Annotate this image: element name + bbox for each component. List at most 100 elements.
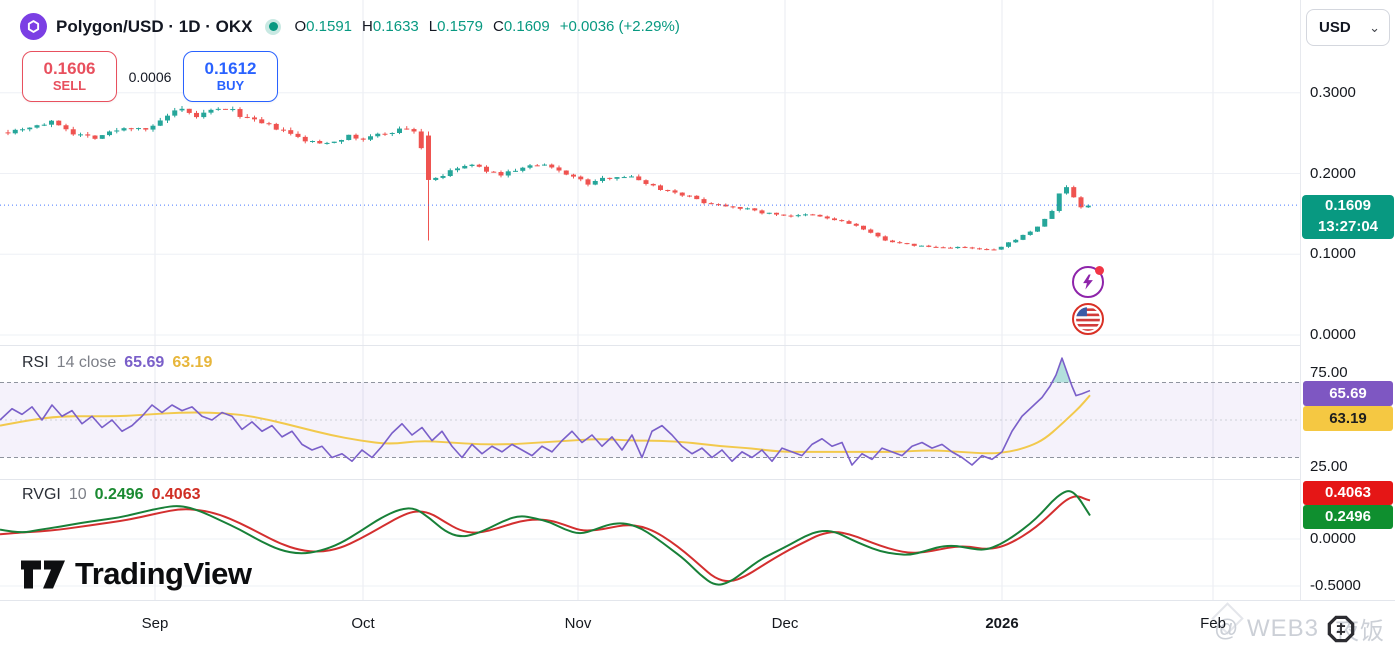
candle-body	[397, 129, 402, 133]
candle-body	[129, 128, 134, 129]
candle-body	[926, 246, 931, 247]
rsi-value: 65.69	[124, 354, 164, 372]
candle-body	[861, 226, 866, 230]
candle-body	[136, 128, 141, 129]
candle-body	[281, 130, 286, 131]
candle-body	[122, 128, 127, 130]
change-value: +0.0036 (+2.29%)	[560, 18, 680, 35]
pane-separator[interactable]	[0, 345, 1395, 346]
us-flag-icon	[1075, 306, 1101, 332]
symbol-title: Polygon/USD · 1D · OKX	[56, 17, 252, 37]
candle-body	[325, 143, 330, 144]
candle-body	[658, 185, 663, 190]
pane-separator[interactable]	[0, 479, 1395, 480]
rvgi-tick-label: 0.0000	[1310, 530, 1356, 547]
candle-body	[288, 130, 293, 134]
price-tick-label: 0.1000	[1310, 245, 1356, 262]
symbol-legend[interactable]: Polygon/USD · 1D · OKX O0.1591 H0.1633 L…	[20, 13, 680, 40]
candle-body	[13, 130, 18, 133]
candle-body	[448, 170, 453, 176]
candle-body	[738, 207, 743, 209]
us-flag-event-icon[interactable]	[1072, 303, 1104, 335]
rsi-legend[interactable]: RSI 14 close 65.69 63.19	[22, 354, 212, 372]
candle-body	[433, 178, 438, 180]
tradingview-wordmark: TradingView	[75, 556, 252, 592]
tradingview-logo[interactable]: TradingView	[20, 556, 252, 592]
candle-body	[977, 248, 982, 249]
chevron-down-icon: ⌄	[1369, 20, 1380, 36]
candle-body	[201, 113, 206, 117]
candle-body	[586, 179, 591, 184]
candle-body	[520, 168, 525, 171]
sell-button[interactable]: 0.1606 SELL	[22, 51, 117, 102]
rvgi-signal-value: 0.4063	[152, 486, 201, 504]
candle-body	[702, 199, 707, 203]
sell-label: SELL	[53, 78, 86, 94]
open-label: O	[294, 18, 306, 35]
candle-body	[1079, 197, 1084, 207]
market-status-icon[interactable]	[265, 19, 281, 35]
candle-body	[346, 135, 351, 140]
watermark-credit: @ WEB3 夜饭	[1214, 611, 1385, 646]
candle-body	[781, 215, 786, 216]
candle-body	[172, 110, 177, 115]
rsi-ma-value: 63.19	[172, 354, 212, 372]
candle-body	[1035, 227, 1040, 232]
candle-body	[470, 165, 475, 166]
candle-body	[419, 131, 424, 148]
polygon-logo-icon	[20, 13, 47, 40]
candle-body	[774, 213, 779, 215]
candle-body	[158, 120, 163, 125]
rvgi-name: RVGI	[22, 486, 61, 504]
price-tick-label: 0.2000	[1310, 165, 1356, 182]
time-axis-label: Oct	[351, 615, 374, 632]
candle-body	[56, 121, 61, 126]
candle-body	[180, 109, 185, 111]
candle-body	[767, 213, 772, 214]
candle-body	[310, 141, 315, 142]
candle-body	[491, 172, 496, 173]
candle-body	[854, 224, 859, 226]
tradingview-mark-icon	[20, 559, 66, 590]
candle-body	[368, 136, 373, 139]
rsi-params: 14 close	[57, 354, 117, 372]
candle-body	[818, 215, 823, 217]
candle-body	[694, 196, 699, 199]
rvgi-value-badge: 0.2496	[1303, 505, 1393, 529]
rsi-name: RSI	[22, 354, 49, 372]
candle-body	[948, 248, 953, 249]
time-axis[interactable]: @ WEB3 夜饭 SepOctNovDec2026Feb	[0, 600, 1395, 653]
candle-body	[883, 236, 888, 240]
price-axis[interactable]: USD ⌄ 0.30000.20000.10000.000075.0025.00…	[1300, 0, 1395, 600]
candle-body	[317, 141, 322, 143]
low-label: L	[429, 18, 437, 35]
candle-body	[462, 166, 467, 168]
time-axis-label: 2026	[985, 615, 1018, 632]
notification-dot	[1095, 266, 1104, 275]
candle-body	[868, 230, 873, 233]
candle-body	[752, 208, 757, 210]
candle-body	[245, 117, 250, 118]
candle-body	[339, 140, 344, 142]
candle-body	[905, 243, 910, 244]
candle-body	[267, 123, 272, 124]
price-tick-label: 0.0000	[1310, 326, 1356, 343]
currency-selector[interactable]: USD ⌄	[1306, 9, 1390, 46]
candle-body	[78, 134, 83, 135]
candle-body	[455, 168, 460, 170]
rsi-value-badge: 65.69	[1303, 381, 1393, 406]
candle-body	[64, 125, 69, 129]
credit-prefix: @ WEB3	[1214, 615, 1319, 643]
rvgi-legend[interactable]: RVGI 10 0.2496 0.4063	[22, 486, 201, 504]
candle-body	[194, 113, 199, 117]
candle-body	[151, 126, 156, 130]
buy-button[interactable]: 0.1612 BUY	[183, 51, 278, 102]
candle-body	[85, 134, 90, 135]
spread-value: 0.0006	[117, 69, 183, 85]
candle-body	[1006, 242, 1011, 246]
candle-body	[426, 136, 431, 180]
candle-body	[709, 203, 714, 204]
flash-event-icon[interactable]	[1072, 266, 1104, 298]
candle-body	[578, 177, 583, 180]
low-value: 0.1579	[437, 18, 483, 35]
